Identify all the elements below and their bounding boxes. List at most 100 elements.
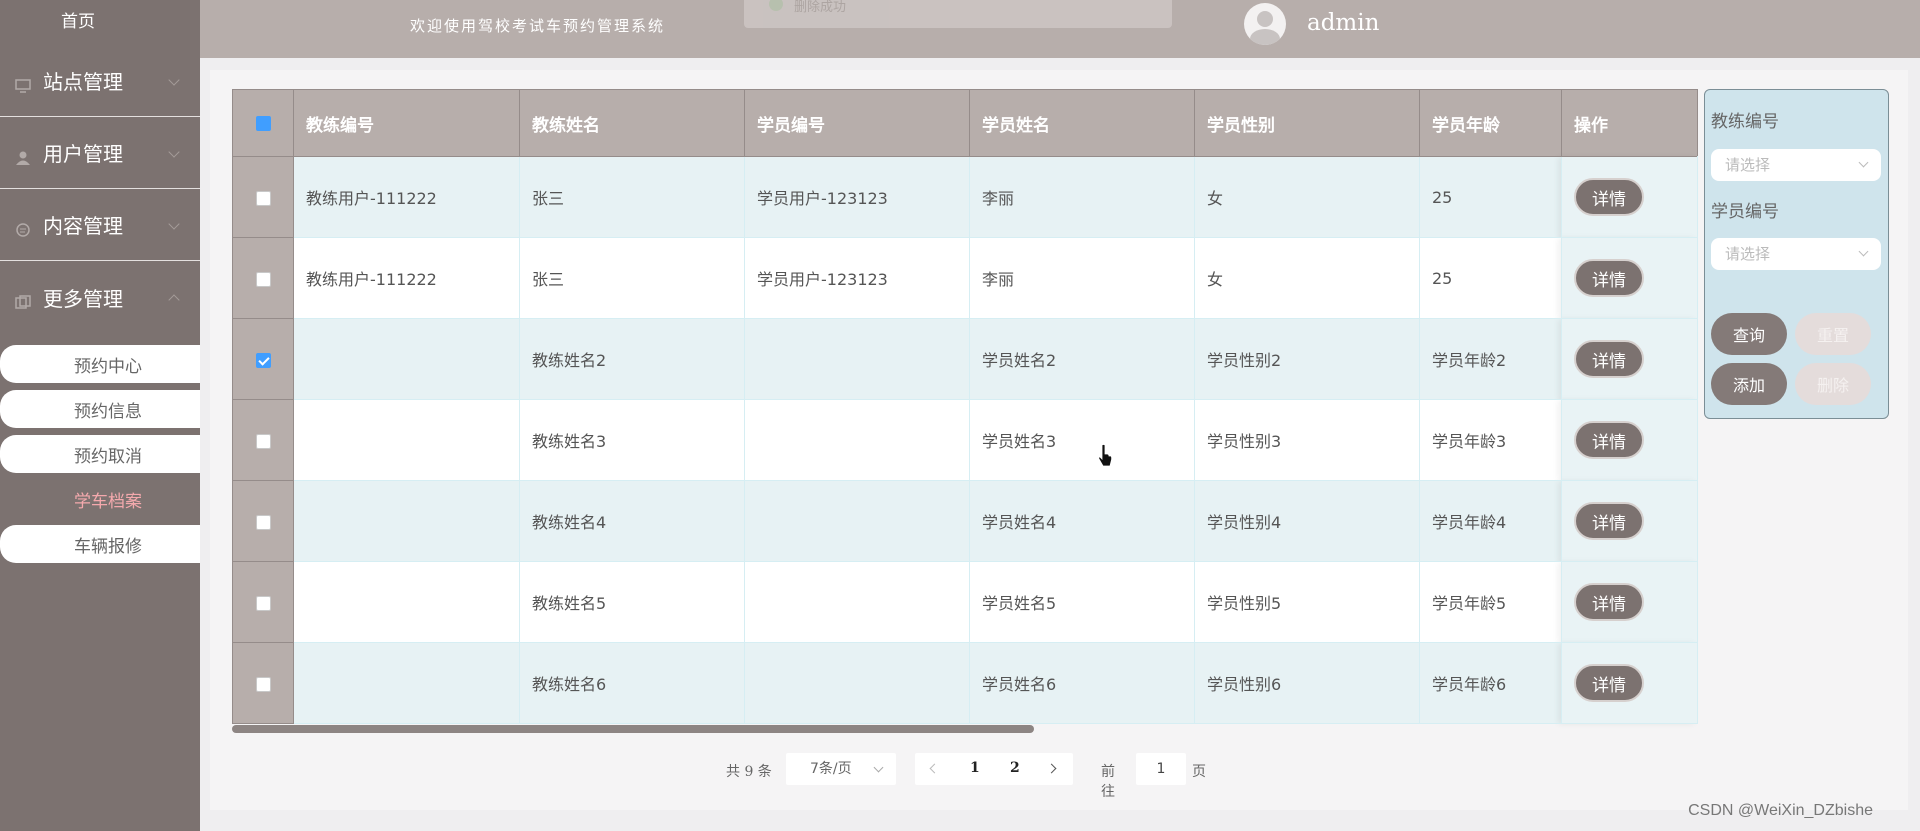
chevron-up-icon <box>168 294 180 306</box>
column-header: 学员编号 <box>744 89 970 157</box>
table-cell <box>293 642 520 724</box>
action-cell: 详情 <box>1561 480 1698 562</box>
table-cell <box>293 399 520 481</box>
page-number[interactable]: 2 <box>1010 760 1020 776</box>
sidebar-item-learning-archive[interactable]: 学车档案 <box>0 480 200 518</box>
coach-id-select[interactable]: 请选择 <box>1711 149 1881 181</box>
page-size-select[interactable]: 7条/页 <box>786 753 896 785</box>
goto-page-input[interactable]: 1 <box>1136 753 1186 785</box>
detail-button[interactable]: 详情 <box>1574 502 1644 540</box>
copy-icon <box>15 290 31 309</box>
add-button[interactable]: 添加 <box>1711 363 1787 405</box>
next-page-icon[interactable] <box>1046 763 1057 774</box>
chevron-down-icon <box>168 146 180 158</box>
sidebar-item-booking-cancel[interactable]: 预约取消 <box>0 435 200 473</box>
column-header: 操作 <box>1561 89 1698 157</box>
table-cell: 学员年龄2 <box>1419 318 1562 400</box>
query-button[interactable]: 查询 <box>1711 313 1787 355</box>
column-header: 学员性别 <box>1194 89 1420 157</box>
table-row[interactable]: 教练用户-111222 张三 学员用户-123123 李丽女 25 详情 <box>232 237 1698 319</box>
column-header: 教练编号 <box>293 89 520 157</box>
toast-message: 删除成功 <box>744 0 1172 28</box>
sidebar-item-vehicle-repair[interactable]: 车辆报修 <box>0 525 200 563</box>
row-checkbox[interactable] <box>255 271 271 287</box>
toast-text: 删除成功 <box>794 0 847 15</box>
table-cell: 学员性别2 <box>1194 318 1420 400</box>
chevron-down-icon <box>168 74 180 86</box>
coach-id-label: 教练编号 <box>1711 112 1779 132</box>
avatar[interactable] <box>1244 3 1286 45</box>
row-checkbox[interactable] <box>255 190 271 206</box>
table-cell: 学员年龄5 <box>1419 561 1562 643</box>
table-row[interactable]: 教练用户-111222 张三 学员用户-123123 李丽女 25 详情 <box>232 156 1698 238</box>
watermark: CSDN @WeiXin_DZbishe <box>1688 802 1873 819</box>
prev-page-icon[interactable] <box>929 763 940 774</box>
chevron-down-icon <box>168 218 180 230</box>
student-id-select[interactable]: 请选择 <box>1711 238 1881 270</box>
page-number[interactable]: 1 <box>970 760 980 776</box>
column-header: 学员年龄 <box>1419 89 1562 157</box>
row-select-cell[interactable] <box>232 318 294 400</box>
sidebar-home[interactable]: 首页 <box>0 0 200 45</box>
sidebar-item-booking-info[interactable]: 预约信息 <box>0 390 200 428</box>
reset-button[interactable]: 重置 <box>1795 313 1871 355</box>
welcome-text: 欢迎使用驾校考试车预约管理系统 <box>410 17 666 35</box>
message-icon <box>15 218 31 237</box>
detail-button[interactable]: 详情 <box>1574 259 1644 297</box>
table-row[interactable]: 教练姓名6 学员姓名6 学员性别6 学员年龄6 详情 <box>232 642 1698 724</box>
username[interactable]: admin <box>1307 10 1379 36</box>
table-row[interactable]: 教练姓名2 学员姓名2 学员性别2 学员年龄2 详情 <box>232 318 1698 400</box>
table-row[interactable]: 教练姓名5 学员姓名5 学员性别5 学员年龄5 详情 <box>232 561 1698 643</box>
detail-button[interactable]: 详情 <box>1574 340 1644 378</box>
table-cell: 25 <box>1419 237 1562 319</box>
sidebar-group-more[interactable]: 更多管理 <box>0 261 200 333</box>
action-cell: 详情 <box>1561 561 1698 643</box>
horizontal-scrollbar[interactable] <box>232 725 1034 733</box>
detail-button[interactable]: 详情 <box>1574 178 1644 216</box>
table-cell <box>293 561 520 643</box>
table-cell <box>744 399 970 481</box>
success-icon <box>769 0 783 11</box>
select-all-checkbox[interactable] <box>255 115 271 131</box>
table-row[interactable]: 教练姓名4 学员姓名4 学员性别4 学员年龄4 详情 <box>232 480 1698 562</box>
page-size-value: 7条/页 <box>810 761 852 777</box>
sidebar-group-site[interactable]: 站点管理 <box>0 45 200 117</box>
action-cell: 详情 <box>1561 642 1698 724</box>
sidebar-item-booking-center[interactable]: 预约中心 <box>0 345 200 383</box>
table-cell: 女 <box>1194 156 1420 238</box>
row-checkbox[interactable] <box>255 514 271 530</box>
detail-button[interactable]: 详情 <box>1574 421 1644 459</box>
table-cell: 李丽 <box>969 156 1195 238</box>
sidebar-group-user[interactable]: 用户管理 <box>0 117 200 189</box>
hand-cursor-icon <box>1098 444 1112 467</box>
sidebar: 首页 站点管理 用户管理 内容管理 更多管理 预约中心 预约信息 预约取消 学车… <box>0 0 200 831</box>
row-select-cell[interactable] <box>232 561 294 643</box>
row-select-cell[interactable] <box>232 399 294 481</box>
row-checkbox[interactable] <box>255 352 271 368</box>
user-icon <box>15 146 31 165</box>
table-row[interactable]: 教练姓名3 学员姓名3 学员性别3 学员年龄3 详情 <box>232 399 1698 481</box>
sidebar-group-label: 用户管理 <box>43 142 123 166</box>
row-select-cell[interactable] <box>232 237 294 319</box>
table-cell: 学员年龄6 <box>1419 642 1562 724</box>
top-header: 欢迎使用驾校考试车预约管理系统 删除成功 admin <box>200 0 1920 58</box>
table-cell: 教练姓名5 <box>519 561 745 643</box>
row-select-cell[interactable] <box>232 642 294 724</box>
detail-button[interactable]: 详情 <box>1574 583 1644 621</box>
sidebar-group-content[interactable]: 内容管理 <box>0 189 200 261</box>
table-cell: 学员年龄4 <box>1419 480 1562 562</box>
select-all-cell[interactable] <box>232 89 294 157</box>
detail-button[interactable]: 详情 <box>1574 664 1644 702</box>
goto-label: 前往 <box>1101 764 1115 800</box>
row-checkbox[interactable] <box>255 433 271 449</box>
delete-button[interactable]: 删除 <box>1795 363 1871 405</box>
table-header-row: 教练编号 教练姓名 学员编号 学员姓名 学员性别 学员年龄 操作 <box>232 89 1698 157</box>
row-checkbox[interactable] <box>255 676 271 692</box>
table-cell: 学员年龄3 <box>1419 399 1562 481</box>
row-select-cell[interactable] <box>232 156 294 238</box>
row-select-cell[interactable] <box>232 480 294 562</box>
table-cell: 学员姓名2 <box>969 318 1195 400</box>
row-checkbox[interactable] <box>255 595 271 611</box>
table-cell: 学员用户-123123 <box>744 156 970 238</box>
chevron-down-icon <box>873 762 884 773</box>
